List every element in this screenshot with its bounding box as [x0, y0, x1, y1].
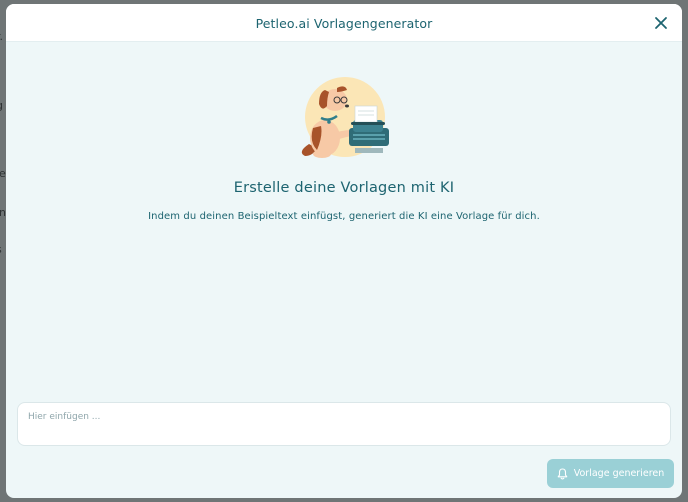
modal-header: Petleo.ai Vorlagengenerator [6, 4, 682, 42]
heading: Erstelle deine Vorlagen mit KI [233, 180, 455, 196]
close-icon [655, 17, 667, 29]
close-button[interactable] [652, 14, 670, 32]
template-generator-modal: Petleo.ai Vorlagengenerator Erstelle dei… [6, 4, 682, 498]
dog-typewriter-illustration [301, 77, 389, 158]
background-text: r. [0, 30, 3, 43]
paste-text-input[interactable] [18, 403, 670, 445]
paste-input-container [17, 402, 671, 446]
modal-title: Petleo.ai Vorlagengenerator [255, 16, 433, 31]
generate-template-button[interactable]: Vorlage generieren [547, 459, 674, 488]
background-text: s [0, 243, 2, 256]
description-text: Indem du deinen Beispieltext einfügst, g… [148, 211, 540, 222]
bell-icon [557, 467, 568, 479]
background-text: g [0, 99, 3, 112]
background-text: le [0, 167, 6, 180]
generate-button-label: Vorlage generieren [573, 468, 665, 479]
